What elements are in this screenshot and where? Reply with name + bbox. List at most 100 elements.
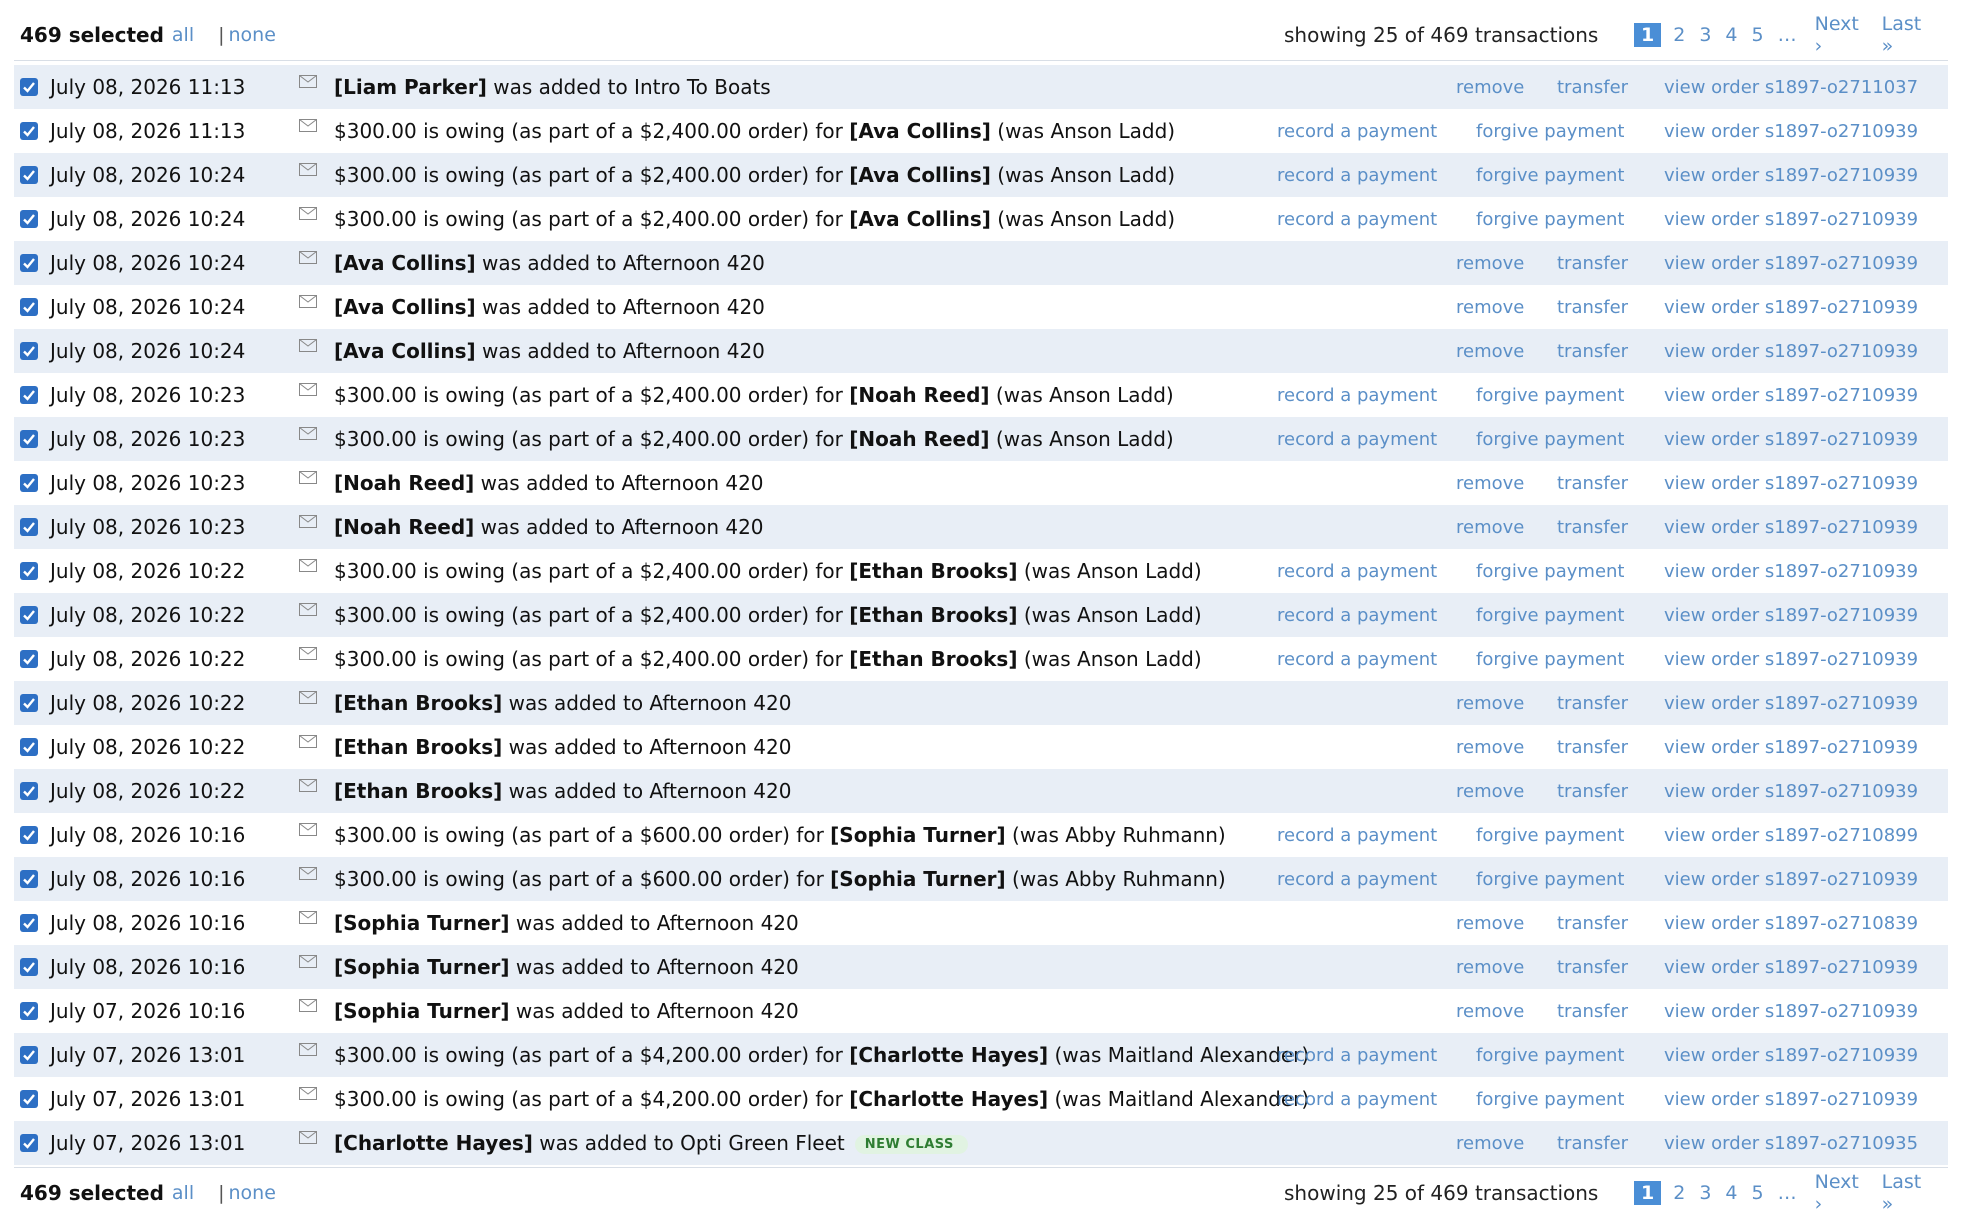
transfer-link[interactable]: transfer [1557, 693, 1628, 714]
transfer-link[interactable]: transfer [1557, 1133, 1628, 1154]
mail-icon[interactable] [299, 1043, 317, 1056]
transfer-link[interactable]: transfer [1557, 737, 1628, 758]
record-payment-link[interactable]: record a payment [1277, 561, 1437, 582]
next-page-link[interactable]: Next › [1815, 13, 1868, 57]
forgive-payment-link[interactable]: forgive payment [1476, 825, 1625, 846]
forgive-payment-link[interactable]: forgive payment [1476, 605, 1625, 626]
row-checkbox[interactable] [20, 606, 38, 624]
mail-icon[interactable] [299, 75, 317, 88]
last-page-link-bottom[interactable]: Last » [1882, 1171, 1934, 1215]
remove-link[interactable]: remove [1456, 253, 1524, 274]
page-4-link[interactable]: 4 [1725, 24, 1737, 46]
mail-icon[interactable] [299, 647, 317, 660]
view-order-link[interactable]: view order s1897-o2711037 [1664, 77, 1918, 98]
forgive-payment-link[interactable]: forgive payment [1476, 209, 1625, 230]
row-checkbox[interactable] [20, 78, 38, 96]
row-checkbox[interactable] [20, 386, 38, 404]
transfer-link[interactable]: transfer [1557, 253, 1628, 274]
view-order-link[interactable]: view order s1897-o2710939 [1664, 1045, 1918, 1066]
row-checkbox[interactable] [20, 562, 38, 580]
mail-icon[interactable] [299, 559, 317, 572]
view-order-link[interactable]: view order s1897-o2710939 [1664, 693, 1918, 714]
remove-link[interactable]: remove [1456, 517, 1524, 538]
view-order-link[interactable]: view order s1897-o2710939 [1664, 429, 1918, 450]
record-payment-link[interactable]: record a payment [1277, 869, 1437, 890]
record-payment-link[interactable]: record a payment [1277, 429, 1437, 450]
page-2-link[interactable]: 2 [1673, 24, 1685, 46]
forgive-payment-link[interactable]: forgive payment [1476, 121, 1625, 142]
view-order-link[interactable]: view order s1897-o2710939 [1664, 737, 1918, 758]
transfer-link[interactable]: transfer [1557, 77, 1628, 98]
remove-link[interactable]: remove [1456, 781, 1524, 802]
record-payment-link[interactable]: record a payment [1277, 1089, 1437, 1110]
row-checkbox[interactable] [20, 826, 38, 844]
mail-icon[interactable] [299, 911, 317, 924]
page-5-link-bottom[interactable]: 5 [1752, 1182, 1764, 1204]
view-order-link[interactable]: view order s1897-o2710939 [1664, 517, 1918, 538]
page-3-link[interactable]: 3 [1699, 24, 1711, 46]
mail-icon[interactable] [299, 823, 317, 836]
mail-icon[interactable] [299, 867, 317, 880]
row-checkbox[interactable] [20, 122, 38, 140]
mail-icon[interactable] [299, 119, 317, 132]
page-3-link-bottom[interactable]: 3 [1699, 1182, 1711, 1204]
row-checkbox[interactable] [20, 958, 38, 976]
transfer-link[interactable]: transfer [1557, 1001, 1628, 1022]
mail-icon[interactable] [299, 207, 317, 220]
forgive-payment-link[interactable]: forgive payment [1476, 1045, 1625, 1066]
row-checkbox[interactable] [20, 474, 38, 492]
view-order-link[interactable]: view order s1897-o2710939 [1664, 1001, 1918, 1022]
record-payment-link[interactable]: record a payment [1277, 165, 1437, 186]
remove-link[interactable]: remove [1456, 1001, 1524, 1022]
next-page-link-bottom[interactable]: Next › [1815, 1171, 1868, 1215]
mail-icon[interactable] [299, 999, 317, 1012]
mail-icon[interactable] [299, 383, 317, 396]
record-payment-link[interactable]: record a payment [1277, 605, 1437, 626]
view-order-link[interactable]: view order s1897-o2710939 [1664, 341, 1918, 362]
view-order-link[interactable]: view order s1897-o2710939 [1664, 253, 1918, 274]
record-payment-link[interactable]: record a payment [1277, 825, 1437, 846]
row-checkbox[interactable] [20, 782, 38, 800]
row-checkbox[interactable] [20, 1002, 38, 1020]
view-order-link[interactable]: view order s1897-o2710939 [1664, 957, 1918, 978]
view-order-link[interactable]: view order s1897-o2710939 [1664, 605, 1918, 626]
transfer-link[interactable]: transfer [1557, 781, 1628, 802]
forgive-payment-link[interactable]: forgive payment [1476, 561, 1625, 582]
view-order-link[interactable]: view order s1897-o2710939 [1664, 781, 1918, 802]
mail-icon[interactable] [299, 163, 317, 176]
view-order-link[interactable]: view order s1897-o2710899 [1664, 825, 1918, 846]
remove-link[interactable]: remove [1456, 957, 1524, 978]
row-checkbox[interactable] [20, 694, 38, 712]
page-5-link[interactable]: 5 [1752, 24, 1764, 46]
mail-icon[interactable] [299, 471, 317, 484]
row-checkbox[interactable] [20, 1134, 38, 1152]
select-all-link-bottom[interactable]: all [172, 1182, 194, 1204]
transfer-link[interactable]: transfer [1557, 297, 1628, 318]
mail-icon[interactable] [299, 691, 317, 704]
page-4-link-bottom[interactable]: 4 [1725, 1182, 1737, 1204]
select-none-link[interactable]: none [229, 24, 276, 46]
view-order-link[interactable]: view order s1897-o2710939 [1664, 121, 1918, 142]
row-checkbox[interactable] [20, 518, 38, 536]
forgive-payment-link[interactable]: forgive payment [1476, 649, 1625, 670]
mail-icon[interactable] [299, 735, 317, 748]
forgive-payment-link[interactable]: forgive payment [1476, 165, 1625, 186]
page-1-current[interactable]: 1 [1634, 23, 1662, 47]
row-checkbox[interactable] [20, 738, 38, 756]
select-all-link[interactable]: all [172, 24, 194, 46]
remove-link[interactable]: remove [1456, 737, 1524, 758]
mail-icon[interactable] [299, 603, 317, 616]
mail-icon[interactable] [299, 427, 317, 440]
record-payment-link[interactable]: record a payment [1277, 121, 1437, 142]
mail-icon[interactable] [299, 1087, 317, 1100]
forgive-payment-link[interactable]: forgive payment [1476, 1089, 1625, 1110]
view-order-link[interactable]: view order s1897-o2710939 [1664, 561, 1918, 582]
row-checkbox[interactable] [20, 1046, 38, 1064]
record-payment-link[interactable]: record a payment [1277, 385, 1437, 406]
mail-icon[interactable] [299, 1131, 317, 1144]
record-payment-link[interactable]: record a payment [1277, 649, 1437, 670]
row-checkbox[interactable] [20, 254, 38, 272]
record-payment-link[interactable]: record a payment [1277, 209, 1437, 230]
mail-icon[interactable] [299, 251, 317, 264]
view-order-link[interactable]: view order s1897-o2710939 [1664, 385, 1918, 406]
